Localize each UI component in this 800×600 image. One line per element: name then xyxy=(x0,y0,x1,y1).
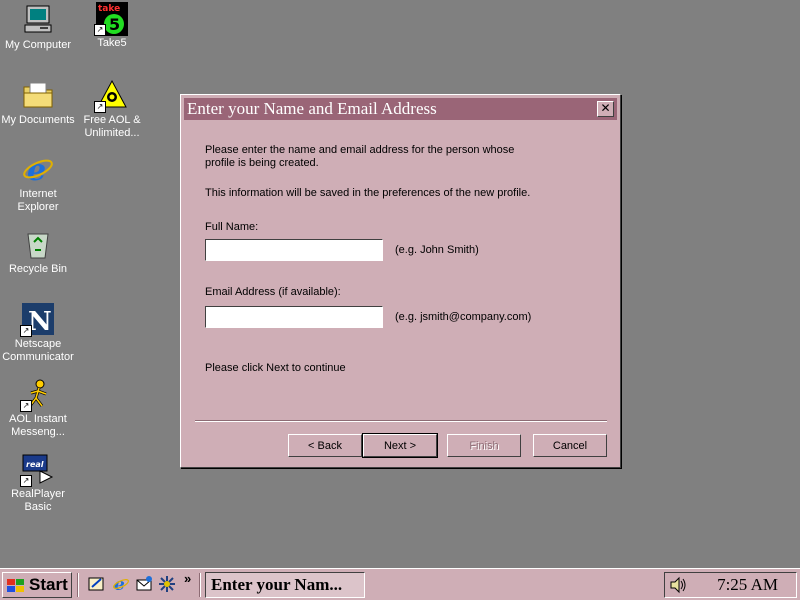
task-button-profile-wizard[interactable]: Enter your Nam... xyxy=(205,572,365,598)
intro-text: Please enter the name and email address … xyxy=(205,144,515,169)
back-button[interactable]: < Back xyxy=(288,434,362,457)
email-hint: (e.g. jsmith@company.com) xyxy=(395,311,532,323)
svg-text:take: take xyxy=(98,4,120,14)
desktop-icon-label: Free AOL & Unlimited... xyxy=(83,114,141,139)
full-name-input[interactable] xyxy=(205,239,383,261)
desktop-icon-label: My Documents xyxy=(1,114,75,126)
info-text: This information will be saved in the pr… xyxy=(205,187,531,199)
desktop-icon-recycle-bin[interactable]: Recycle Bin xyxy=(0,228,76,276)
clock[interactable]: 7:25 AM xyxy=(717,573,778,597)
aim-running-man-icon: ↗ xyxy=(20,378,54,412)
email-label: Email Address (if available): xyxy=(205,286,341,298)
aol-triangle-icon: ↗ xyxy=(94,79,128,113)
full-name-hint: (e.g. John Smith) xyxy=(395,244,479,256)
close-button[interactable]: ✕ xyxy=(597,101,614,117)
taskbar-divider xyxy=(77,573,79,597)
windows-logo-icon xyxy=(7,579,25,593)
desktop-icon-my-documents[interactable]: My Documents xyxy=(0,79,76,127)
internet-explorer-icon: e xyxy=(22,153,54,188)
desktop-icon-label: My Computer xyxy=(4,39,72,51)
dialog-titlebar[interactable]: Enter your Name and Email Address ✕ xyxy=(184,98,617,120)
shortcut-arrow-icon: ↗ xyxy=(20,475,32,487)
shortcut-arrow-icon: ↗ xyxy=(94,101,106,113)
desktop-icon-my-computer[interactable]: My Computer xyxy=(0,4,76,52)
shortcut-arrow-icon: ↗ xyxy=(94,24,106,36)
netscape-icon: N ↗ xyxy=(20,303,54,337)
desktop-icon-label: Recycle Bin xyxy=(8,263,68,275)
channels-icon[interactable] xyxy=(158,575,176,593)
recycle-bin-icon xyxy=(22,228,54,260)
cancel-button[interactable]: Cancel xyxy=(533,434,607,457)
desktop-icon-netscape[interactable]: N ↗ Netscape Communicator xyxy=(0,303,76,364)
quicklaunch-chevron-icon[interactable]: » xyxy=(184,571,191,586)
svg-text:5: 5 xyxy=(109,15,120,34)
volume-speaker-icon[interactable] xyxy=(669,576,687,594)
close-icon: ✕ xyxy=(600,101,611,115)
profile-wizard-dialog: Enter your Name and Email Address ✕ Plea… xyxy=(180,94,621,468)
show-desktop-icon[interactable] xyxy=(88,575,106,593)
shortcut-arrow-icon: ↗ xyxy=(20,400,32,412)
system-tray: 7:25 AM xyxy=(664,572,797,598)
shortcut-arrow-icon: ↗ xyxy=(20,325,32,337)
desktop-icon-label: RealPlayer Basic xyxy=(11,488,65,513)
dialog-title: Enter your Name and Email Address xyxy=(187,99,437,118)
desktop-icon-aol-instant-messenger[interactable]: ↗ AOL Instant Messeng... xyxy=(0,378,76,439)
full-name-label: Full Name: xyxy=(205,221,259,233)
realplayer-icon: real ↗ xyxy=(20,453,54,487)
taskbar-divider xyxy=(199,573,201,597)
next-button[interactable]: Next > xyxy=(362,433,438,458)
desktop-icon-label: Internet Explorer xyxy=(17,188,59,213)
take5-icon: take 5 ↗ xyxy=(94,2,128,36)
desktop-icon-take5[interactable]: take 5 ↗ Take5 xyxy=(74,2,150,50)
start-label: Start xyxy=(29,575,68,594)
taskbar: Start e » Enter your Nam... 7:25 AM xyxy=(0,568,800,600)
desktop-icon-label: Take5 xyxy=(97,37,127,49)
email-input[interactable] xyxy=(205,306,383,328)
folder-icon xyxy=(22,79,54,111)
internet-explorer-quicklaunch-icon[interactable]: e xyxy=(112,575,130,595)
desktop-icon-label: Netscape Communicator xyxy=(2,338,74,363)
start-button[interactable]: Start xyxy=(2,572,72,598)
outlook-express-icon[interactable] xyxy=(136,575,154,593)
desktop-icon-internet-explorer[interactable]: e Internet Explorer xyxy=(0,153,76,214)
continue-text: Please click Next to continue xyxy=(205,362,346,374)
desktop-icon-label: AOL Instant Messeng... xyxy=(9,413,67,438)
svg-text:real: real xyxy=(26,460,44,469)
desktop-icon-free-aol[interactable]: ↗ Free AOL & Unlimited... xyxy=(74,79,150,140)
my-computer-icon xyxy=(22,4,54,36)
dialog-separator xyxy=(195,420,607,422)
svg-text:e: e xyxy=(27,153,46,185)
desktop-icon-realplayer[interactable]: real ↗ RealPlayer Basic xyxy=(0,453,76,514)
finish-button[interactable]: Finish xyxy=(447,434,521,457)
